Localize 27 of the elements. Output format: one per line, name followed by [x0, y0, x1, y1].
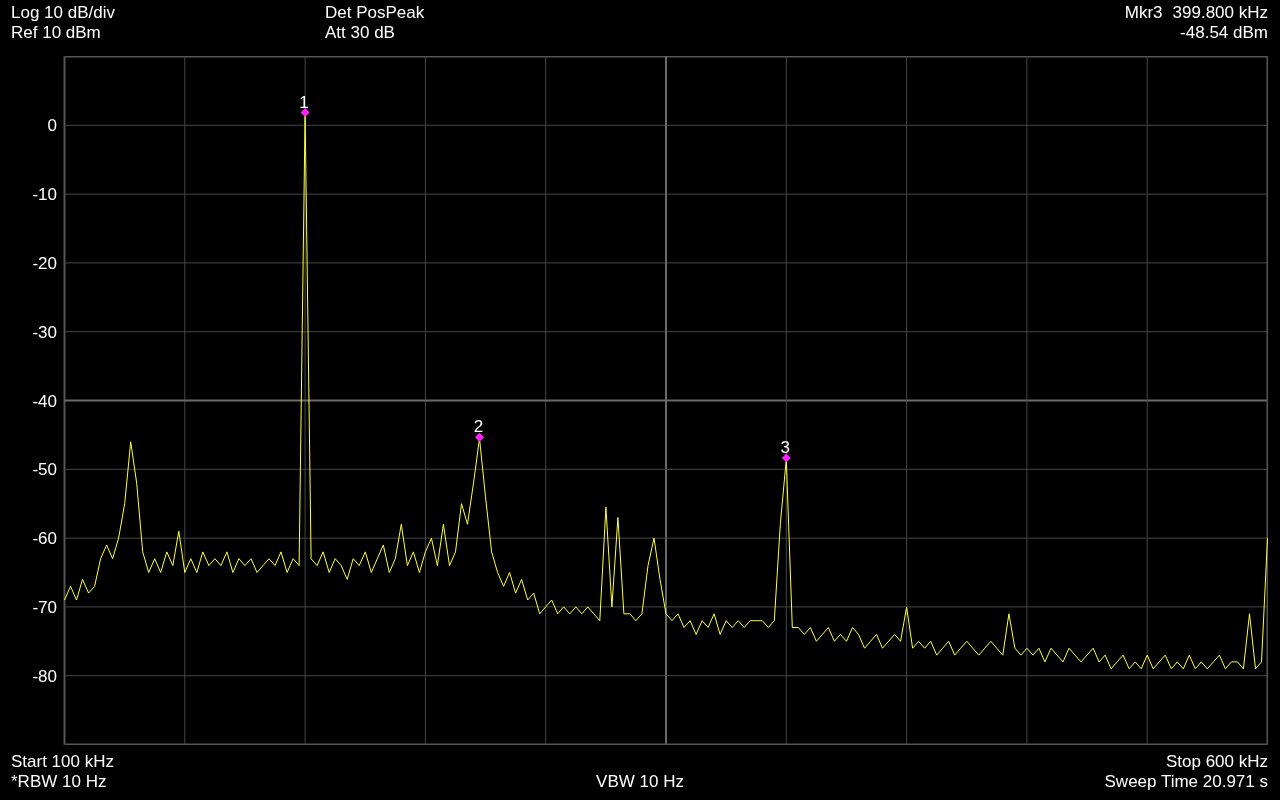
marker-diamond: [475, 432, 485, 442]
marker-amplitude: -48.54 dBm: [1180, 23, 1268, 43]
axis-label: -70: [32, 597, 57, 617]
detector-mode: Det PosPeak: [325, 3, 425, 23]
axis-label: -50: [32, 460, 57, 480]
axis-label: -60: [32, 529, 57, 549]
sweep-time: Sweep Time 20.971 s: [1104, 772, 1268, 792]
rbw-readout: *RBW 10 Hz: [11, 772, 107, 792]
axis-label: -80: [32, 666, 57, 686]
marker-name: Mkr3: [1124, 3, 1163, 23]
start-frequency: Start 100 kHz: [11, 752, 114, 772]
axis-label: -20: [32, 253, 57, 273]
reference-level: Ref 10 dBm: [11, 23, 101, 43]
marker-diamond: [300, 108, 310, 118]
marker-diamond: [781, 453, 791, 463]
axis-label: -30: [32, 322, 57, 342]
scale-readout: Log 10 dB/div: [11, 3, 115, 23]
marker-number: 1: [299, 92, 309, 112]
attenuation-readout: Att 30 dB: [325, 23, 395, 43]
axis-label: 0: [47, 116, 57, 136]
axis-label: -40: [32, 391, 57, 411]
vbw-readout: VBW 10 Hz: [596, 772, 684, 792]
marker-frequency: 399.800 kHz: [1172, 3, 1268, 23]
marker-number: 3: [780, 438, 791, 457]
axis-label: -10: [32, 185, 57, 205]
stop-frequency: Stop 600 kHz: [1165, 752, 1268, 772]
marker-number: 2: [473, 417, 484, 437]
